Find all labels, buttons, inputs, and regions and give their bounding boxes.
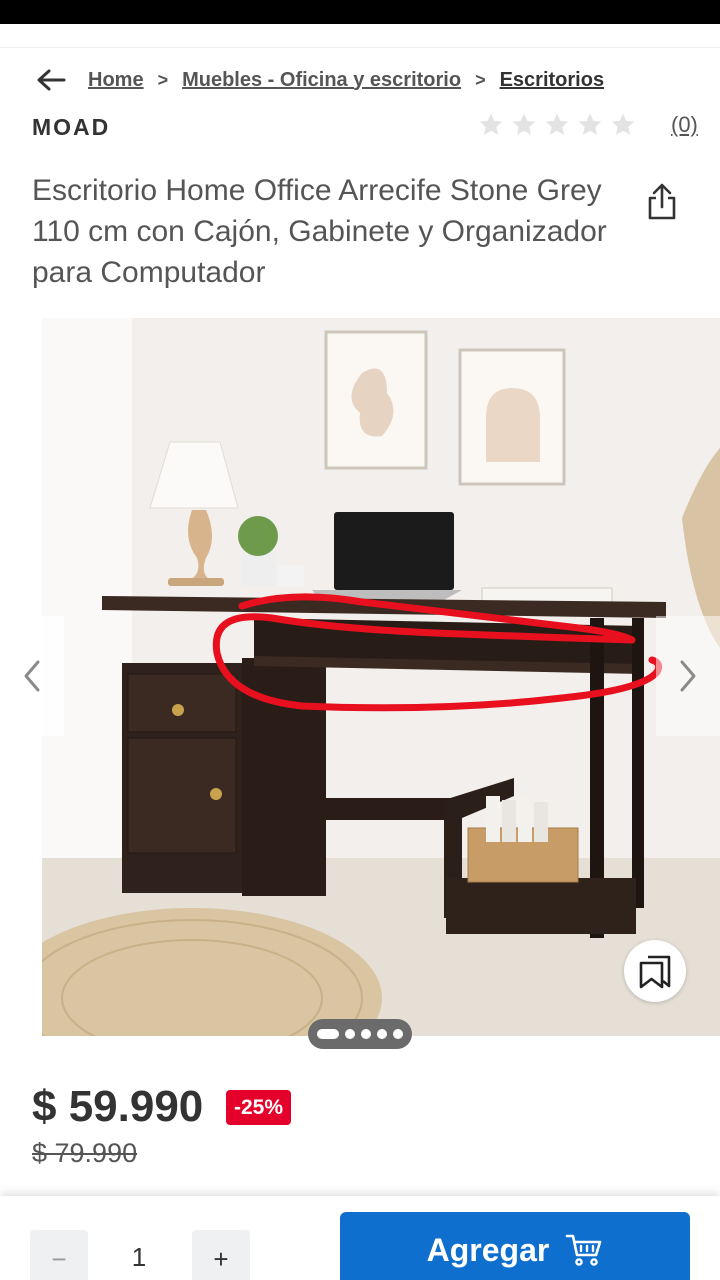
pagination-dot[interactable] xyxy=(377,1029,387,1039)
pagination-dot[interactable] xyxy=(345,1029,355,1039)
star-icon xyxy=(545,113,569,135)
breadcrumb-subcategory[interactable]: Escritorios xyxy=(500,69,604,92)
image-pagination-dots xyxy=(308,1019,412,1049)
chevron-left-icon xyxy=(24,660,40,692)
share-icon xyxy=(648,183,676,220)
chevron-right-icon xyxy=(680,660,696,692)
back-arrow-icon xyxy=(37,69,66,91)
breadcrumb-separator: > xyxy=(475,69,486,90)
add-to-cart-bar: − 1 + Agregar xyxy=(0,1196,720,1280)
bookmark-collection-icon xyxy=(639,955,671,989)
current-price: $ 59.990 xyxy=(32,1082,204,1131)
desk-photo-illustration xyxy=(42,318,720,1036)
quantity-value: 1 xyxy=(131,1242,147,1272)
pagination-dot[interactable] xyxy=(361,1029,371,1039)
pagination-dot-active[interactable] xyxy=(317,1029,339,1039)
star-icon xyxy=(512,113,536,135)
discount-badge: -25% xyxy=(226,1090,292,1125)
breadcrumb: Home > Muebles - Oficina y escritorio > … xyxy=(0,58,720,102)
breadcrumb-home[interactable]: Home xyxy=(88,69,144,92)
add-to-cart-button[interactable]: Agregar xyxy=(340,1212,690,1280)
rating-stars[interactable]: (0) xyxy=(478,112,698,138)
save-to-list-button[interactable] xyxy=(624,940,686,1002)
status-bar xyxy=(0,0,720,24)
product-brand[interactable]: MOAD xyxy=(32,114,110,141)
share-button[interactable] xyxy=(640,180,684,224)
review-count-link[interactable]: (0) xyxy=(671,112,698,138)
previous-image-button[interactable] xyxy=(0,616,64,736)
add-to-cart-label: Agregar xyxy=(426,1231,550,1268)
product-image-gallery[interactable] xyxy=(0,318,720,1058)
next-image-button[interactable] xyxy=(656,616,720,736)
product-photo[interactable] xyxy=(42,318,720,1036)
breadcrumb-category[interactable]: Muebles - Oficina y escritorio xyxy=(182,69,461,92)
quantity-decrease-button[interactable]: − xyxy=(30,1230,88,1280)
pagination-dot[interactable] xyxy=(393,1029,403,1039)
cart-icon xyxy=(566,1234,602,1266)
star-icon xyxy=(479,113,503,135)
top-spacer xyxy=(0,24,720,48)
quantity-increase-button[interactable]: + xyxy=(192,1230,250,1280)
breadcrumb-separator: > xyxy=(157,69,169,90)
star-icon xyxy=(578,113,602,135)
product-title: Escritorio Home Office Arrecife Stone Gr… xyxy=(32,174,607,289)
back-button[interactable] xyxy=(30,59,72,101)
original-price: $ 79.990 xyxy=(32,1138,138,1168)
star-icon xyxy=(611,113,635,135)
